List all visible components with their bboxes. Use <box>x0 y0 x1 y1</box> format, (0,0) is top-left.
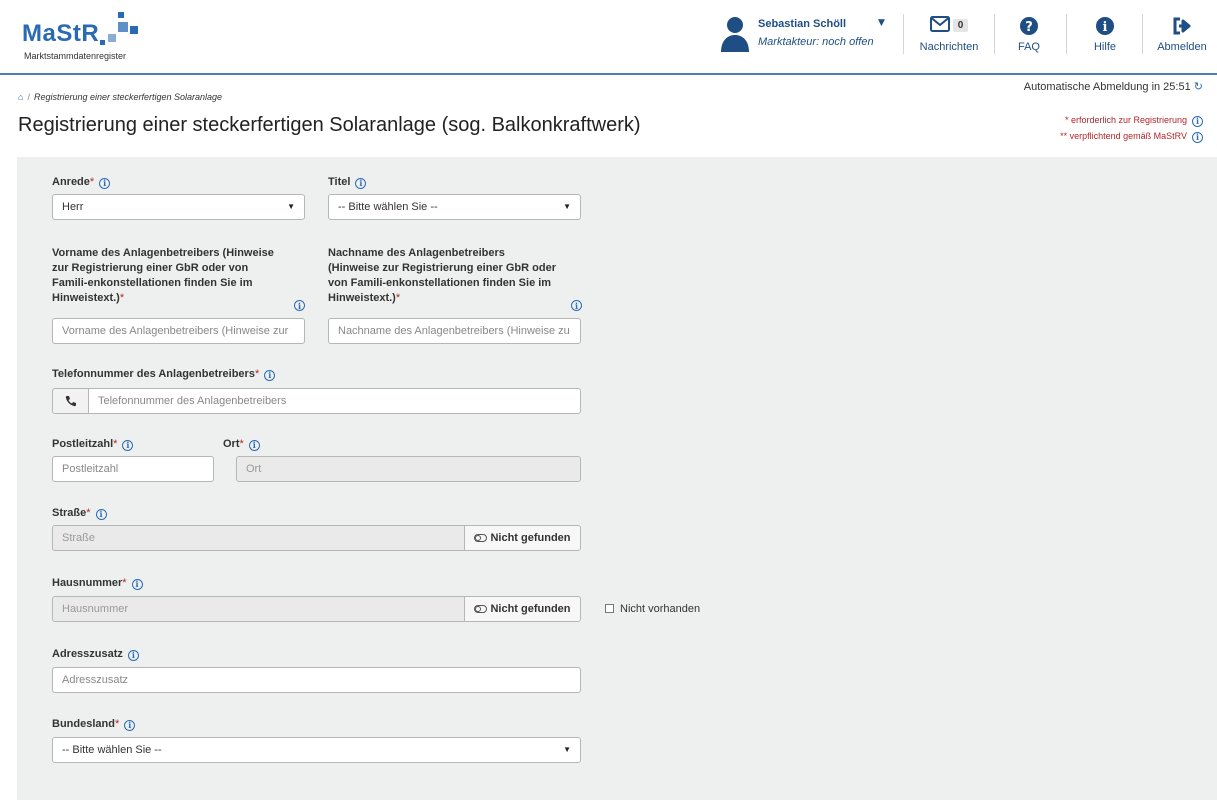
bundesland-label: Bundesland* i <box>52 717 136 732</box>
adresszusatz-label: Adresszusatz i <box>52 647 139 662</box>
logout-label: Abmelden <box>1157 41 1207 53</box>
info-circle-icon: i <box>1096 17 1114 35</box>
nav-divider <box>994 14 995 54</box>
toggle-icon <box>474 605 488 613</box>
nachname-label: Nachname des Anlagenbetreibers (Hinweise… <box>328 247 556 304</box>
strasse-not-found-button[interactable]: Nicht gefunden <box>464 525 581 551</box>
logo-text: MaStR <box>22 20 100 47</box>
anrede-label: Anrede* i <box>52 175 111 190</box>
hausnummer-label: Hausnummer* i <box>52 576 143 591</box>
user-menu[interactable]: Sebastian Schöll Marktakteur: noch offen… <box>720 14 895 54</box>
info-icon[interactable]: i <box>122 439 134 451</box>
info-icon[interactable]: i <box>99 177 111 189</box>
strasse-input[interactable]: Straße <box>52 525 465 551</box>
toggle-icon <box>474 534 488 542</box>
logo-squares-icon <box>100 12 150 52</box>
app-header: MaStR Marktstammdatenregister Sebastian … <box>0 0 1217 75</box>
bundesland-value: -- Bitte wählen Sie -- <box>62 744 162 756</box>
chevron-down-icon: ▼ <box>287 202 295 211</box>
info-icon[interactable]: i <box>264 369 276 381</box>
user-role: Marktakteur: noch offen <box>758 36 874 48</box>
auto-logout-text: Automatische Abmeldung in 25:51 <box>1023 81 1191 93</box>
info-icon[interactable]: i <box>248 439 260 451</box>
vorname-label: Vorname des Anlagenbetreibers (Hinweise … <box>52 247 274 304</box>
info-icon[interactable]: i <box>1192 115 1203 127</box>
anrede-value: Herr <box>62 201 84 213</box>
telefon-label: Telefonnummer des Anlagenbetreibers* i <box>52 367 276 382</box>
ort-label: Ort* i <box>223 437 260 452</box>
info-icon[interactable]: i <box>355 177 367 189</box>
info-icon[interactable]: i <box>127 649 139 661</box>
phone-icon <box>52 388 89 414</box>
faq-link[interactable]: ? FAQ <box>1004 14 1054 58</box>
sign-out-icon <box>1173 17 1191 35</box>
svg-text:i: i <box>1103 20 1108 35</box>
auto-logout-timer: Automatische Abmeldung in 25:51 ↻ <box>1024 80 1203 93</box>
chevron-down-icon: ▼ <box>878 18 885 28</box>
envelope-icon: 0 <box>924 16 974 36</box>
hausnummer-not-available-checkbox[interactable]: Nicht vorhanden <box>605 603 700 615</box>
messages-link[interactable]: 0 Nachrichten <box>912 14 986 58</box>
chevron-down-icon: ▼ <box>563 745 571 754</box>
chevron-down-icon: ▼ <box>563 202 571 211</box>
required-legend: * erforderlich zur Registrierung i ** ver… <box>1060 112 1203 144</box>
breadcrumb-current: Registrierung einer steckerfertigen Sola… <box>33 92 223 102</box>
titel-select[interactable]: -- Bitte wählen Sie -- ▼ <box>328 194 581 220</box>
plz-input[interactable]: Postleitzahl <box>52 456 214 482</box>
strasse-label: Straße* i <box>52 506 107 521</box>
question-circle-icon: ? <box>1020 17 1038 35</box>
messages-label: Nachrichten <box>919 41 979 53</box>
nav-divider <box>1142 14 1143 54</box>
help-link[interactable]: i Hilfe <box>1080 14 1130 58</box>
hausnummer-not-found-button[interactable]: Nicht gefunden <box>464 596 581 622</box>
info-icon[interactable]: i <box>1192 131 1203 143</box>
refresh-icon[interactable]: ↻ <box>1194 81 1203 93</box>
info-icon[interactable]: i <box>571 300 582 311</box>
breadcrumb: ⌂ / Registrierung einer steckerfertigen So… <box>18 92 222 102</box>
legend-required: * erforderlich zur Registrierung <box>1064 115 1187 125</box>
info-icon[interactable]: i <box>294 300 305 311</box>
logout-link[interactable]: Abmelden <box>1152 14 1212 58</box>
titel-label: Titel i <box>328 175 367 190</box>
messages-count-badge: 0 <box>952 19 969 32</box>
hausnummer-input[interactable]: Hausnummer <box>52 596 465 622</box>
page-title: Registrierung einer steckerfertigen Sola… <box>18 114 641 136</box>
user-name: Sebastian Schöll <box>758 18 847 30</box>
home-icon[interactable]: ⌂ <box>18 92 23 102</box>
user-icon <box>721 17 749 52</box>
ort-input[interactable]: Ort <box>236 456 581 482</box>
nav-divider <box>903 14 904 54</box>
info-icon[interactable]: i <box>95 508 107 520</box>
breadcrumb-separator: / <box>27 92 30 102</box>
faq-label: FAQ <box>1017 41 1040 53</box>
adresszusatz-input[interactable]: Adresszusatz <box>52 667 581 693</box>
help-label: Hilfe <box>1093 41 1116 53</box>
titel-value: -- Bitte wählen Sie -- <box>338 201 438 213</box>
svg-text:?: ? <box>1025 20 1033 35</box>
vorname-input[interactable]: Vorname des Anlagenbetreibers (Hinweise … <box>52 318 305 344</box>
mastr-logo[interactable]: MaStR Marktstammdatenregister <box>22 12 182 62</box>
nav-divider <box>1066 14 1067 54</box>
telefon-input[interactable]: Telefonnummer des Anlagenbetreibers <box>88 388 581 414</box>
nachname-input[interactable]: Nachname des Anlagenbetreibers (Hinweise… <box>328 318 581 344</box>
plz-label: Postleitzahl* i <box>52 437 134 452</box>
anrede-select[interactable]: Herr ▼ <box>52 194 305 220</box>
info-icon[interactable]: i <box>124 719 136 731</box>
legend-mandatory: ** verpflichtend gemäß MaStRV <box>1060 131 1187 141</box>
registration-form: Anrede* i Herr ▼ Titel i -- Bitte wählen S… <box>17 157 1217 800</box>
checkbox[interactable] <box>605 604 614 613</box>
logo-subtitle: Marktstammdatenregister <box>24 51 127 61</box>
info-icon[interactable]: i <box>131 578 143 590</box>
bundesland-select[interactable]: -- Bitte wählen Sie -- ▼ <box>52 737 581 763</box>
